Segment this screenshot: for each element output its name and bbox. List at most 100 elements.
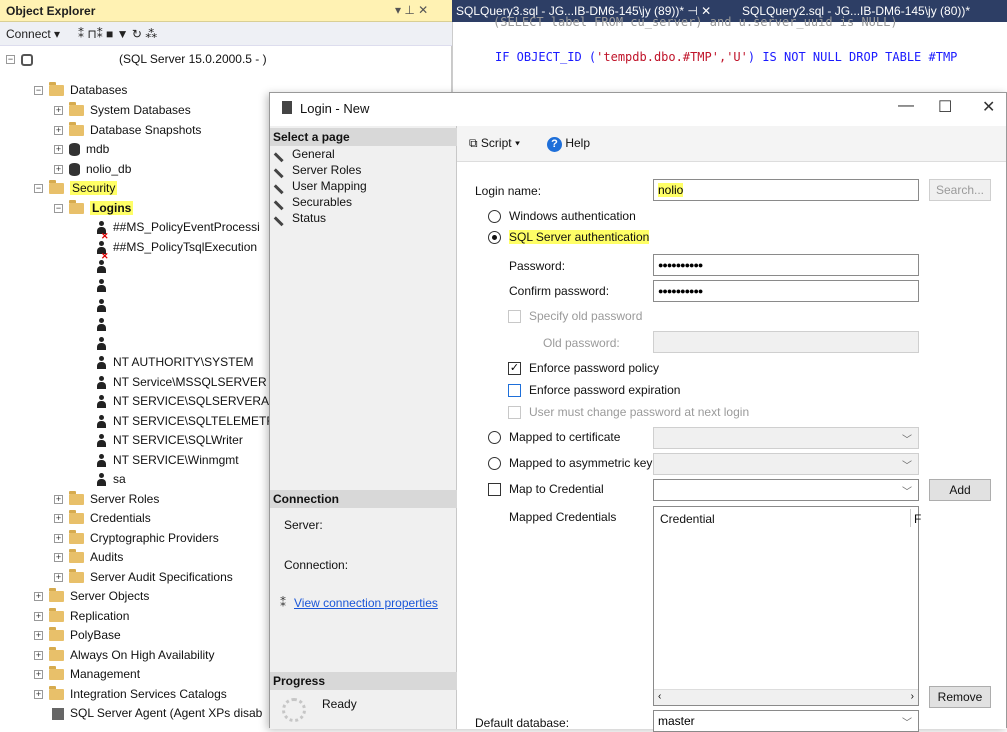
query-editor[interactable]: (SELECT label FROM cu_server) and u.serv…: [452, 15, 1007, 94]
login-name-input[interactable]: nolio: [653, 179, 919, 201]
login-item[interactable]: [96, 296, 113, 315]
remove-button[interactable]: Remove: [929, 686, 991, 708]
default-database-select[interactable]: master ﹀: [653, 710, 919, 732]
tree-node-integration-services[interactable]: + Integration Services Catalogs: [34, 685, 227, 704]
expand-icon[interactable]: +: [34, 670, 43, 680]
login-item[interactable]: ✕ ##MS_PolicyEventProcessi: [96, 218, 260, 241]
page-user-mapping[interactable]: User Mapping: [273, 178, 367, 195]
login-item[interactable]: NT SERVICE\SQLTELEMETR: [96, 412, 275, 431]
tree-node-always-on[interactable]: + Always On High Availability: [34, 646, 215, 665]
tree-node-polybase[interactable]: + PolyBase: [34, 626, 121, 645]
add-button[interactable]: Add: [929, 479, 991, 501]
mapped-cert-radio[interactable]: [488, 431, 501, 444]
login-item[interactable]: NT Service\MSSQLSERVER: [96, 373, 267, 392]
login-item[interactable]: NT SERVICE\Winmgmt: [96, 451, 239, 470]
specify-old-password-checkbox[interactable]: [508, 310, 521, 323]
help-button[interactable]: ? Help: [547, 136, 590, 152]
horizontal-scrollbar[interactable]: ‹ ›: [654, 689, 918, 705]
page-status[interactable]: Status: [273, 210, 326, 227]
expand-icon[interactable]: +: [54, 553, 63, 563]
tree-node-system-databases[interactable]: + System Databases: [54, 101, 191, 120]
search-button[interactable]: Search...: [929, 179, 991, 201]
toolbar-icons[interactable]: ⁑ ⊓⁑ ■ ▼ ↻ ⁂: [78, 27, 157, 41]
expand-icon[interactable]: +: [54, 573, 63, 583]
view-connection-properties-link[interactable]: ⁑ View connection properties: [280, 596, 438, 610]
page-server-roles[interactable]: Server Roles: [273, 162, 361, 179]
tree-node-nolio-db[interactable]: + nolio_db: [54, 160, 131, 179]
tree-node-audits[interactable]: + Audits: [54, 548, 123, 567]
close-button[interactable]: ✕: [982, 97, 995, 117]
server-node[interactable]: − (SQL Server 15.0.2000.5 - ): [6, 50, 267, 69]
windows-auth-radio[interactable]: [488, 210, 501, 223]
minimize-button[interactable]: —: [898, 97, 914, 115]
scroll-left-icon[interactable]: ‹: [658, 691, 661, 702]
tree-node-label: Database Snapshots: [90, 123, 202, 137]
collapse-icon[interactable]: −: [34, 184, 43, 194]
expand-icon[interactable]: +: [54, 126, 63, 136]
tree-node-server-audit-specifications[interactable]: + Server Audit Specifications: [54, 568, 233, 587]
page-label: User Mapping: [292, 179, 367, 193]
tree-node-database-snapshots[interactable]: + Database Snapshots: [54, 121, 201, 140]
expand-icon[interactable]: +: [54, 495, 63, 505]
tree-node-server-objects[interactable]: + Server Objects: [34, 587, 149, 606]
tree-node-replication[interactable]: + Replication: [34, 607, 129, 626]
login-item[interactable]: [96, 315, 113, 334]
enforce-policy-checkbox[interactable]: ✓: [508, 362, 521, 375]
collapse-icon[interactable]: −: [6, 55, 15, 65]
enforce-expiration-checkbox[interactable]: [508, 384, 521, 397]
asymmetric-key-select[interactable]: ﹀: [653, 453, 919, 475]
collapse-icon[interactable]: −: [54, 204, 63, 214]
page-general[interactable]: General: [273, 146, 335, 163]
column-2-header[interactable]: F: [914, 512, 921, 526]
login-item[interactable]: ✕ ##MS_PolicyTsqlExecution: [96, 238, 257, 261]
certificate-select[interactable]: ﹀: [653, 427, 919, 449]
login-item[interactable]: NT SERVICE\SQLSERVERAG: [96, 392, 278, 411]
expand-icon[interactable]: +: [34, 592, 43, 602]
connect-button[interactable]: Connect ▾: [6, 27, 60, 41]
tree-node-databases[interactable]: − Databases: [34, 81, 127, 100]
expand-icon[interactable]: +: [34, 690, 43, 700]
scroll-right-icon[interactable]: ›: [911, 691, 914, 702]
sql-auth-radio[interactable]: [488, 231, 501, 244]
tree-node-sql-server-agent[interactable]: SQL Server Agent (Agent XPs disab: [52, 704, 262, 723]
login-item[interactable]: sa: [96, 470, 126, 489]
expand-icon[interactable]: +: [54, 534, 63, 544]
expand-icon[interactable]: +: [54, 145, 63, 155]
maximize-button[interactable]: ☐: [938, 97, 952, 117]
credential-column-header[interactable]: Credential: [660, 512, 715, 526]
credential-select[interactable]: ﹀: [653, 479, 919, 501]
tree-node-server-roles[interactable]: + Server Roles: [54, 490, 159, 509]
folder-icon: [69, 569, 84, 584]
page-securables[interactable]: Securables: [273, 194, 352, 211]
dialog-right-pane: ⧉ Script ▾ ? Help Login name: nolio Sear…: [457, 126, 1006, 732]
login-item[interactable]: NT SERVICE\SQLWriter: [96, 431, 243, 450]
tree-node-mdb[interactable]: + mdb: [54, 140, 109, 159]
tree-node-cryptographic-providers[interactable]: + Cryptographic Providers: [54, 529, 219, 548]
panel-controls[interactable]: ▾ ⊥ ✕: [395, 3, 428, 17]
old-password-input[interactable]: [653, 331, 919, 353]
select-page-header: Select a page: [270, 128, 457, 146]
map-credential-checkbox[interactable]: [488, 483, 501, 496]
must-change-checkbox[interactable]: [508, 406, 521, 419]
login-item[interactable]: NT AUTHORITY\SYSTEM: [96, 353, 253, 372]
confirm-password-input[interactable]: ●●●●●●●●●●: [653, 280, 919, 302]
tree-node-credentials[interactable]: + Credentials: [54, 509, 151, 528]
script-button[interactable]: ⧉ Script ▾: [469, 136, 520, 151]
expand-icon[interactable]: +: [34, 612, 43, 622]
login-item[interactable]: [96, 334, 113, 353]
password-input[interactable]: ●●●●●●●●●●: [653, 254, 919, 276]
tree-node-security[interactable]: − Security: [34, 179, 118, 198]
tree-node-label: SQL Server Agent (Agent XPs disab: [70, 706, 263, 720]
collapse-icon[interactable]: −: [34, 86, 43, 96]
expand-icon[interactable]: +: [34, 631, 43, 641]
expand-icon[interactable]: +: [54, 106, 63, 116]
expand-icon[interactable]: +: [54, 165, 63, 175]
mapped-asym-radio[interactable]: [488, 457, 501, 470]
expand-icon[interactable]: +: [34, 651, 43, 661]
mapped-credentials-table[interactable]: Credential F ‹ ›: [653, 506, 921, 706]
tree-node-logins[interactable]: − Logins: [54, 199, 134, 218]
login-item[interactable]: [96, 276, 113, 295]
expand-icon[interactable]: +: [54, 514, 63, 524]
user-icon: [96, 317, 107, 332]
tree-node-management[interactable]: + Management: [34, 665, 140, 684]
